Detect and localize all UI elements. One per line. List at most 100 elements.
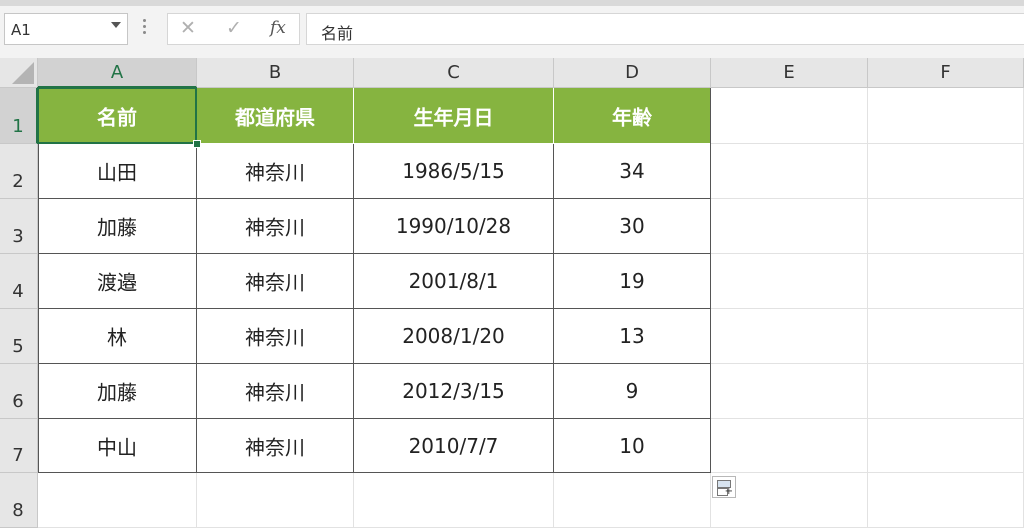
cancel-icon[interactable]: ✕: [180, 17, 196, 39]
cell-b8[interactable]: [197, 473, 354, 528]
formula-input[interactable]: 名前: [306, 13, 1024, 45]
column-header-a[interactable]: A: [38, 58, 197, 88]
cell-f2[interactable]: [868, 144, 1024, 199]
cell-f8[interactable]: [868, 473, 1024, 528]
cell-e6[interactable]: [711, 364, 868, 419]
row-number: 3: [12, 226, 24, 247]
chevron-down-icon[interactable]: [111, 22, 121, 28]
row-header-7[interactable]: 7: [0, 419, 38, 473]
select-all-corner[interactable]: [0, 58, 38, 88]
cell-text: 生年月日: [413, 105, 494, 129]
row-header-2[interactable]: 2: [0, 144, 38, 199]
formula-buttons: ✕ ✓ fx: [167, 13, 300, 45]
cell-d1[interactable]: 年齢: [554, 88, 711, 144]
column-header-b[interactable]: B: [197, 58, 354, 88]
cell-text: 神奈川: [245, 160, 305, 185]
cell-text: 神奈川: [245, 380, 305, 405]
cell-e1[interactable]: [711, 88, 868, 144]
row-number: 2: [12, 171, 24, 192]
cell-c4[interactable]: 2001/8/1: [354, 254, 554, 309]
row-header-5[interactable]: 5: [0, 309, 38, 364]
cell-text: 加藤: [97, 215, 137, 240]
row-header-3[interactable]: 3: [0, 199, 38, 254]
row-header-4[interactable]: 4: [0, 254, 38, 309]
cell-a3[interactable]: 加藤: [38, 199, 197, 254]
cell-text: 1990/10/28: [395, 214, 512, 238]
row-header-1[interactable]: 1: [0, 88, 38, 144]
check-icon[interactable]: ✓: [226, 17, 242, 39]
cell-d6[interactable]: 9: [554, 364, 711, 419]
cell-text: 山田: [97, 160, 137, 185]
row-header-6[interactable]: 6: [0, 364, 38, 419]
cell-f7[interactable]: [868, 419, 1024, 473]
cell-c5[interactable]: 2008/1/20: [354, 309, 554, 364]
column-header-e[interactable]: E: [711, 58, 868, 88]
cell-f5[interactable]: [868, 309, 1024, 364]
cell-e4[interactable]: [711, 254, 868, 309]
cell-d8[interactable]: [554, 473, 711, 528]
column-header-f[interactable]: F: [868, 58, 1024, 88]
cell-c2[interactable]: 1986/5/15: [354, 144, 554, 199]
cell-b2[interactable]: 神奈川: [197, 144, 354, 199]
cell-f1[interactable]: [868, 88, 1024, 144]
cell-c8[interactable]: [354, 473, 554, 528]
cell-f4[interactable]: [868, 254, 1024, 309]
cell-a2[interactable]: 山田: [38, 144, 197, 199]
cell-text: 林: [107, 325, 127, 350]
more-options-icon[interactable]: [143, 19, 147, 37]
cell-a7[interactable]: 中山: [38, 419, 197, 473]
cell-e7[interactable]: [711, 419, 868, 473]
cell-a8[interactable]: [38, 473, 197, 528]
column-header-d[interactable]: D: [554, 58, 711, 88]
fill-handle[interactable]: [193, 140, 201, 148]
cell-text: 神奈川: [245, 325, 305, 350]
cell-text: 都道府県: [235, 105, 315, 129]
cell-d4[interactable]: 19: [554, 254, 711, 309]
row-number: 6: [12, 391, 24, 412]
cell-e3[interactable]: [711, 199, 868, 254]
column-header-c[interactable]: C: [354, 58, 554, 88]
cell-a6[interactable]: 加藤: [38, 364, 197, 419]
cell-e2[interactable]: [711, 144, 868, 199]
cell-c1[interactable]: 生年月日: [354, 88, 554, 144]
cell-b3[interactable]: 神奈川: [197, 199, 354, 254]
cell-text: 1986/5/15: [402, 159, 505, 183]
name-box[interactable]: A1: [4, 13, 128, 45]
cell-d3[interactable]: 30: [554, 199, 711, 254]
row-number: 8: [12, 500, 24, 521]
cell-c6[interactable]: 2012/3/15: [354, 364, 554, 419]
cell-text: 34: [619, 159, 645, 183]
cell-f3[interactable]: [868, 199, 1024, 254]
cell-text: 10: [619, 433, 645, 458]
cell-a4[interactable]: 渡邉: [38, 254, 197, 309]
spreadsheet-grid[interactable]: A B C D E F 1 2 3 4 5 6 7 8 名前 都道府県 生年月日…: [0, 58, 1024, 528]
cell-text: 神奈川: [245, 215, 305, 240]
cell-text: 中山: [97, 435, 137, 459]
cell-text: 2001/8/1: [408, 269, 499, 293]
cell-e5[interactable]: [711, 309, 868, 364]
name-box-value: A1: [11, 21, 31, 39]
cell-c3[interactable]: 1990/10/28: [354, 199, 554, 254]
cell-a5[interactable]: 林: [38, 309, 197, 364]
cell-c7[interactable]: 2010/7/7: [354, 419, 554, 473]
cell-d2[interactable]: 34: [554, 144, 711, 199]
insert-function-icon[interactable]: fx: [270, 18, 286, 38]
cell-b1[interactable]: 都道府県: [197, 88, 354, 144]
cell-b4[interactable]: 神奈川: [197, 254, 354, 309]
row-number: 1: [12, 116, 24, 137]
row-number: 5: [12, 336, 24, 357]
cell-text: 19: [619, 269, 645, 293]
cell-text: 13: [619, 324, 645, 348]
cell-f6[interactable]: [868, 364, 1024, 419]
cell-d7[interactable]: 10: [554, 419, 711, 473]
cell-b5[interactable]: 神奈川: [197, 309, 354, 364]
cell-text: 30: [619, 214, 645, 238]
cell-a1[interactable]: 名前: [38, 88, 197, 144]
paste-options-icon[interactable]: +: [712, 476, 736, 498]
row-header-8[interactable]: 8: [0, 473, 38, 528]
cell-d5[interactable]: 13: [554, 309, 711, 364]
cell-b6[interactable]: 神奈川: [197, 364, 354, 419]
cell-b7[interactable]: 神奈川: [197, 419, 354, 473]
cell-text: 加藤: [97, 380, 137, 405]
cell-text: 9: [625, 379, 639, 403]
